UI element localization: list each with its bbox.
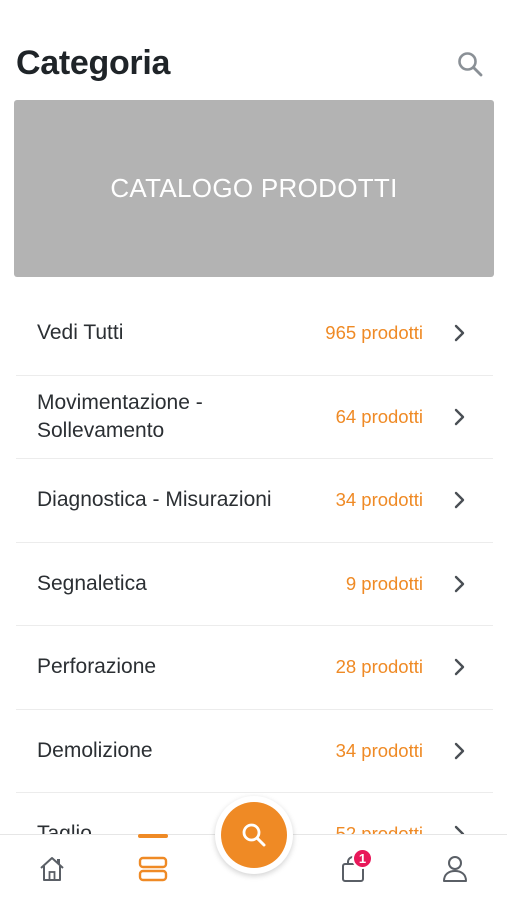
category-count: 28 prodotti xyxy=(335,656,423,678)
catalog-banner[interactable]: CATALOGO PRODOTTI xyxy=(14,100,494,277)
home-icon xyxy=(40,857,64,881)
category-row-diagnostica[interactable]: Diagnostica - Misurazioni 34 prodotti xyxy=(16,459,493,543)
category-label: Diagnostica - Misurazioni xyxy=(37,488,272,512)
chevron-right-icon xyxy=(453,741,467,761)
search-fab-button[interactable] xyxy=(221,802,287,868)
chevron-right-icon xyxy=(453,323,467,343)
active-tab-indicator xyxy=(138,834,168,838)
category-row-perforazione[interactable]: Perforazione 28 prodotti xyxy=(16,626,493,710)
header: Categoria xyxy=(0,0,507,100)
chevron-right-icon xyxy=(453,490,467,510)
catalog-banner-label: CATALOGO PRODOTTI xyxy=(110,173,398,203)
category-count: 64 prodotti xyxy=(335,405,423,427)
category-count: 34 prodotti xyxy=(335,489,423,511)
category-label: Movimentazione - Sollevamento xyxy=(37,390,203,442)
category-label: Segnaletica xyxy=(37,571,147,595)
category-row-movimentazione[interactable]: Movimentazione - Sollevamento 64 prodott… xyxy=(16,376,493,459)
category-row-demolizione[interactable]: Demolizione 34 prodotti xyxy=(16,710,493,793)
cart-badge: 1 xyxy=(352,848,373,869)
category-row-segnaletica[interactable]: Segnaletica 9 prodotti xyxy=(16,543,493,626)
user-icon xyxy=(443,856,467,882)
category-label: Demolizione xyxy=(37,738,153,762)
category-label: Vedi Tutti xyxy=(37,321,124,345)
nav-profile[interactable] xyxy=(435,849,475,889)
category-list: Vedi Tutti 965 prodotti Movimentazione -… xyxy=(16,292,493,877)
nav-home[interactable] xyxy=(32,849,72,889)
chevron-right-icon xyxy=(453,574,467,594)
search-button[interactable] xyxy=(452,46,488,82)
search-icon xyxy=(242,823,266,847)
category-count: 34 prodotti xyxy=(335,739,423,761)
search-icon xyxy=(458,52,483,77)
category-count: 9 prodotti xyxy=(345,572,423,594)
category-count: 965 prodotti xyxy=(325,322,423,344)
category-row-vedi-tutti[interactable]: Vedi Tutti 965 prodotti xyxy=(16,292,493,376)
nav-categories[interactable] xyxy=(133,849,173,889)
chevron-right-icon xyxy=(453,407,467,427)
chevron-right-icon xyxy=(453,657,467,677)
categories-icon xyxy=(138,856,168,882)
page-title: Categoria xyxy=(16,44,171,82)
category-label: Perforazione xyxy=(37,655,157,679)
